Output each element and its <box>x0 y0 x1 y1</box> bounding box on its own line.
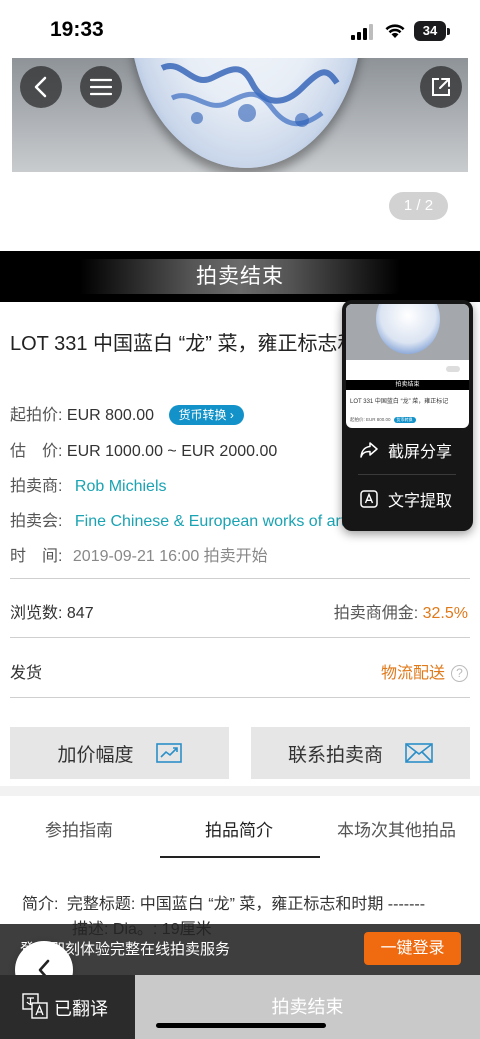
share-label: 截屏分享 <box>388 444 453 461</box>
share-button[interactable] <box>420 66 462 108</box>
sale-label: 拍卖会: <box>10 513 63 530</box>
hamburger-icon <box>90 78 112 96</box>
commission: 拍卖商佣金: 32.5% <box>334 599 468 623</box>
thumb-price: 起拍价: EUR 800.00 货币转换 <box>350 417 416 423</box>
time-row: 时 间: 2019-09-21 16:00 拍卖开始 <box>10 542 268 566</box>
screenshot-share-button[interactable]: 截屏分享 <box>342 426 473 474</box>
divider <box>10 578 470 579</box>
extract-label: 文字提取 <box>388 493 453 510</box>
menu-button[interactable] <box>80 66 122 108</box>
sale-link[interactable]: Fine Chinese & European works of art <box>75 513 345 530</box>
text-extract-button[interactable]: 文字提取 <box>342 475 473 523</box>
chevron-right-icon: › <box>229 408 234 422</box>
home-indicator <box>156 1023 326 1028</box>
lot-image[interactable] <box>12 58 468 172</box>
contact-auctioneer-button[interactable]: 联系拍卖商 <box>251 727 470 779</box>
cellular-signal-icon <box>351 24 373 40</box>
time-label: 时 间: <box>10 548 63 565</box>
bid-increment-label: 加价幅度 <box>57 744 134 766</box>
screenshot-thumbnail[interactable]: 拍卖结束 LOT 331 中国蓝白 “龙” 菜，雍正标记 起拍价: EUR 80… <box>346 304 469 428</box>
estimate-label: 估 价: <box>10 443 63 460</box>
dragon-pattern <box>160 63 340 127</box>
estimate-value: EUR 1000.00 ~ EUR 2000.00 <box>66 443 278 460</box>
start-price: EUR 800.00 <box>66 407 155 424</box>
battery-level: 34 <box>422 23 438 38</box>
image-pager: 1 / 2 <box>389 192 448 220</box>
views-label: 浏览数: <box>10 605 63 622</box>
banner-text: 拍卖结束 <box>196 265 284 288</box>
status-time: 19:33 <box>50 18 104 41</box>
divider <box>10 637 470 638</box>
shipping-method: 物流配送 <box>380 665 445 682</box>
start-price-label: 起拍价: <box>10 407 63 424</box>
auctioneer-link[interactable]: Rob Michiels <box>75 478 167 495</box>
status-bar: 19:33 34 <box>0 0 480 58</box>
battery-icon: 34 <box>414 21 450 41</box>
share-arrow-icon <box>360 442 378 458</box>
thumb-title: LOT 331 中国蓝白 “龙” 菜，雍正标记 <box>350 399 449 405</box>
auction-ended-button[interactable]: 拍卖结束 <box>135 975 480 1039</box>
tab-guide[interactable]: 参拍指南 <box>45 816 113 841</box>
text-recognition-icon <box>360 490 378 508</box>
commission-label: 拍卖商佣金: <box>333 605 419 622</box>
translated-label: 已翻译 <box>54 999 108 1019</box>
auction-ended-label: 拍卖结束 <box>271 997 344 1017</box>
back-button[interactable] <box>20 66 62 108</box>
trend-chart-icon <box>155 743 182 763</box>
bid-increment-button[interactable]: 加价幅度 <box>10 727 229 779</box>
help-icon[interactable]: ? <box>451 665 468 682</box>
translate-icon <box>22 993 48 1019</box>
shipping-label: 发货 <box>10 665 43 682</box>
translate-toggle[interactable]: 已翻译 <box>0 975 135 1039</box>
currency-convert-button[interactable]: 货币转换 › <box>168 405 244 425</box>
one-click-login-button[interactable]: 一键登录 <box>364 932 461 965</box>
commission-value: 32.5% <box>422 605 468 622</box>
views: 浏览数: 847 <box>10 599 94 623</box>
auctioneer-label: 拍卖商: <box>10 478 63 495</box>
chevron-left-icon <box>34 76 47 98</box>
active-tab-indicator <box>160 856 320 858</box>
description: 简介: 完整标题: 中国蓝白 “龙” 菜，雍正标志和时期 ------- <box>22 890 425 914</box>
views-count: 847 <box>66 605 94 622</box>
tab-other-lots[interactable]: 本场次其他拍品 <box>337 816 456 841</box>
thumb-banner: 拍卖结束 <box>346 380 469 390</box>
estimate-row: 估 价: EUR 1000.00 ~ EUR 2000.00 <box>10 437 277 461</box>
auction-ended-banner: 拍卖结束 <box>0 251 480 302</box>
contact-label: 联系拍卖商 <box>287 744 383 766</box>
section-separator <box>0 786 480 796</box>
description-line1: 完整标题: 中国蓝白 “龙” 菜，雍正标志和时期 ------- <box>66 896 426 913</box>
wifi-icon <box>385 24 405 38</box>
tab-lot-intro[interactable]: 拍品简介 <box>205 816 273 841</box>
divider <box>10 697 470 698</box>
mail-icon <box>405 743 433 763</box>
description-label: 简介: <box>22 896 59 913</box>
start-price-row: 起拍价: EUR 800.00 货币转换 › <box>10 401 244 425</box>
sale-row: 拍卖会: Fine Chinese & European works of ar… <box>10 507 345 531</box>
time-value: 2019-09-21 16:00 拍卖开始 <box>72 548 268 565</box>
share-out-icon <box>432 78 450 96</box>
shipping-value[interactable]: 物流配送? <box>381 659 468 683</box>
auctioneer-row: 拍卖商: Rob Michiels <box>10 472 167 496</box>
